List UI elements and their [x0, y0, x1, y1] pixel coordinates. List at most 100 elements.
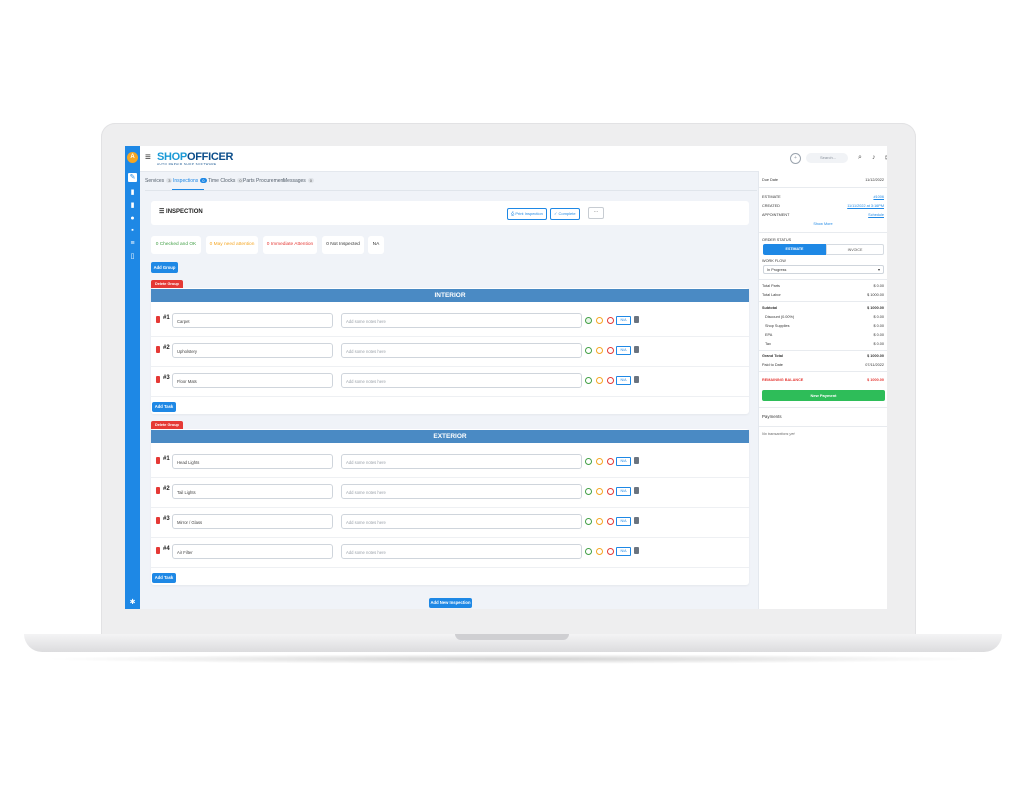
settings-icon[interactable]: ✱ [128, 598, 137, 607]
status-immediate-radio[interactable] [607, 377, 614, 384]
status-attention-radio[interactable] [596, 458, 603, 465]
search-icon[interactable]: ⌕ [858, 154, 862, 162]
trash-icon[interactable] [156, 487, 160, 494]
task-name-input[interactable]: Air Filter [172, 544, 333, 559]
tab-messages[interactable]: Messages 0 [283, 178, 315, 184]
camera-icon[interactable] [634, 457, 639, 464]
status-attention-radio[interactable] [596, 347, 603, 354]
more-button[interactable]: ··· [588, 207, 604, 219]
add-circle-icon[interactable]: + [790, 153, 801, 164]
trash-icon[interactable] [156, 517, 160, 524]
na-button[interactable]: N/A [616, 547, 631, 556]
trash-icon[interactable] [156, 316, 160, 323]
na-button[interactable]: N/A [616, 376, 631, 385]
status-estimate-toggle[interactable]: ESTIMATE [763, 244, 826, 255]
camera-icon[interactable] [634, 316, 639, 323]
created-link[interactable]: 11/11/2022 at 3:16PM [847, 203, 884, 209]
status-attention-radio[interactable] [596, 518, 603, 525]
avatar[interactable]: A [127, 152, 138, 163]
status-ok-radio[interactable] [585, 347, 592, 354]
tab-time-clocks[interactable]: Time Clocks 0 [208, 178, 244, 184]
trash-icon[interactable] [156, 376, 160, 383]
clipboard-icon[interactable]: ▮ [128, 201, 137, 210]
tab-services[interactable]: Services 3 [145, 178, 173, 184]
delete-group-button[interactable]: Delete Group [151, 280, 183, 288]
app-logo[interactable]: SHOPOFFICER AUTO REPAIR SHOP SOFTWARE [157, 151, 233, 166]
task-notes-input[interactable]: Add some notes here [341, 544, 582, 559]
task-notes-input[interactable]: Add some notes here [341, 343, 582, 358]
task-notes-input[interactable]: Add some notes here [341, 313, 582, 328]
status-ok-radio[interactable] [585, 518, 592, 525]
na-button[interactable]: N/A [616, 457, 631, 466]
camera-icon[interactable] [634, 346, 639, 353]
na-button[interactable]: N/A [616, 487, 631, 496]
bell-icon[interactable]: ♪ [872, 154, 876, 161]
tab-inspections[interactable]: Inspections 0 [173, 178, 207, 184]
wrench-icon[interactable]: ✎ [128, 173, 137, 182]
calendar-icon[interactable]: ▪ [128, 226, 137, 235]
trash-icon[interactable] [156, 457, 160, 464]
task-name-input[interactable]: Tail Lights [172, 484, 333, 499]
grand-total-value: $ 1000.00 [867, 354, 884, 358]
status-immediate-radio[interactable] [607, 488, 614, 495]
status-ok-radio[interactable] [585, 548, 592, 555]
status-ok-radio[interactable] [585, 488, 592, 495]
status-ok-radio[interactable] [585, 377, 592, 384]
status-immediate-radio[interactable] [607, 458, 614, 465]
show-more-link[interactable]: Show More [762, 221, 884, 227]
status-attention-radio[interactable] [596, 377, 603, 384]
camera-icon[interactable] [634, 487, 639, 494]
task-notes-input[interactable]: Add some notes here [341, 373, 582, 388]
complete-button[interactable]: ✓ Complete [550, 208, 580, 220]
task-name-input[interactable]: Carpet [172, 313, 333, 328]
status-ok-radio[interactable] [585, 458, 592, 465]
trash-icon[interactable] [156, 346, 160, 353]
schedule-link[interactable]: Schedule [868, 212, 884, 218]
status-invoice-toggle[interactable]: INVOICE [826, 244, 884, 255]
status-attention-radio[interactable] [596, 548, 603, 555]
delete-group-button[interactable]: Delete Group [151, 421, 183, 429]
add-new-inspection-button[interactable]: Add New Inspection [429, 598, 472, 608]
camera-icon[interactable] [634, 517, 639, 524]
trash-icon[interactable] [156, 547, 160, 554]
status-immediate-radio[interactable] [607, 518, 614, 525]
na-button[interactable]: N/A [616, 346, 631, 355]
users-icon[interactable]: ● [128, 214, 137, 223]
task-notes-input[interactable]: Add some notes here [341, 454, 582, 469]
print-inspection-button[interactable]: ⎙ Print Inspection [507, 208, 547, 220]
menu-icon[interactable]: ≡ [145, 153, 151, 163]
add-task-button[interactable]: Add Task [152, 402, 176, 412]
workflow-select[interactable]: In Progress ▾ [763, 265, 884, 274]
estimate-link[interactable]: #1006 [873, 194, 884, 200]
na-button[interactable]: N/A [616, 316, 631, 325]
status-immediate-radio[interactable] [607, 347, 614, 354]
file-icon[interactable]: ▯ [128, 252, 137, 261]
task-notes-input[interactable]: Add some notes here [341, 484, 582, 499]
new-payment-button[interactable]: New Payment [762, 390, 885, 401]
status-immediate-radio[interactable] [607, 548, 614, 555]
epa-row: EPA $ 0.00 [765, 332, 884, 338]
status-attention-radio[interactable] [596, 317, 603, 324]
task-notes-input[interactable]: Add some notes here [341, 514, 582, 529]
mail-icon[interactable]: ✉ [885, 154, 887, 162]
due-date-value[interactable]: 11/12/2022 [865, 177, 884, 183]
add-task-button[interactable]: Add Task [152, 573, 176, 583]
list-icon[interactable]: ≡ [128, 239, 137, 248]
status-immediate-radio[interactable] [607, 317, 614, 324]
search-input[interactable]: Search... [806, 153, 848, 163]
document-icon[interactable]: ▮ [128, 188, 137, 197]
grand-total-row: Grand Total $ 1000.00 [762, 353, 884, 359]
task-name-input[interactable]: Head Lights [172, 454, 333, 469]
status-attention-radio[interactable] [596, 488, 603, 495]
camera-icon[interactable] [634, 547, 639, 554]
status-ok-radio[interactable] [585, 317, 592, 324]
na-button[interactable]: N/A [616, 517, 631, 526]
inspection-title-text: INSPECTION [166, 209, 203, 215]
camera-icon[interactable] [634, 376, 639, 383]
tab-parts-procurement[interactable]: Parts Procurement [243, 178, 285, 184]
task-name-input[interactable]: Upholstery [172, 343, 333, 358]
add-group-button[interactable]: Add Group [151, 262, 178, 273]
side-nav: A ✎ ▮ ▮ ● ▪ ≡ ▯ ✱ [125, 146, 140, 609]
task-name-input[interactable]: Floor Mats [172, 373, 333, 388]
task-name-input[interactable]: Mirror / Glass [172, 514, 333, 529]
